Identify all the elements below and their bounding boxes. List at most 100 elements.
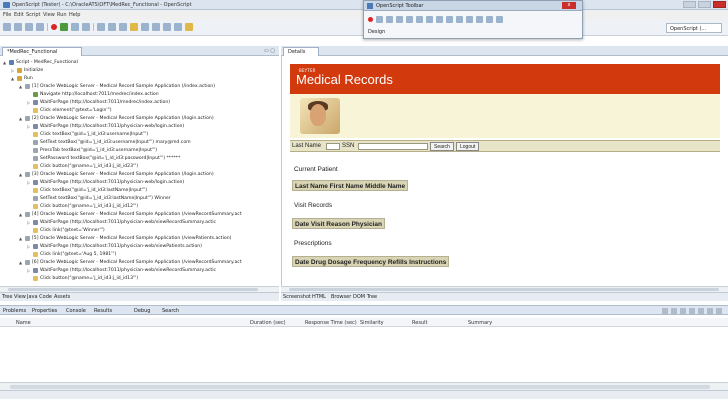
save-all-icon[interactable]	[36, 23, 44, 31]
stop-icon[interactable]	[396, 16, 403, 23]
tree-item[interactable]: ▲ Run	[11, 74, 33, 82]
tab-dom-tree[interactable]: DOM Tree	[353, 294, 377, 300]
tree-item[interactable]: Click element("@text='Login'")	[27, 106, 112, 114]
tree-item[interactable]: ▷ WaitForPage (http://localhost:7011/phys…	[27, 266, 216, 274]
collapse-icon[interactable]	[698, 308, 704, 314]
expand-toggle-icon[interactable]: ▷	[27, 244, 31, 249]
expand-toggle-icon[interactable]: ▷	[27, 100, 31, 105]
view-icon[interactable]	[466, 16, 473, 23]
tree-item[interactable]: ▷ Initialize	[11, 66, 43, 74]
minimize-button[interactable]	[683, 1, 696, 8]
tab-problems[interactable]: Problems	[3, 308, 26, 314]
tab-search[interactable]: Search	[162, 308, 179, 314]
tree-item[interactable]: Click link("@text='Aug 5, 1981'")	[27, 250, 116, 258]
table-icon[interactable]	[163, 23, 171, 31]
grid-icon[interactable]	[152, 23, 160, 31]
debug-icon[interactable]	[416, 16, 423, 23]
filter-icon[interactable]	[680, 308, 686, 314]
scrollbar-thumb[interactable]	[10, 385, 710, 389]
tab-java-code[interactable]: Java Code	[27, 294, 52, 300]
maximize-button[interactable]	[698, 1, 711, 8]
tree-item[interactable]: ▷ WaitForPage (http://localhost:7011/phys…	[27, 122, 184, 130]
tree-item[interactable]: ▷ WaitForPage (http://localhost:7011/phys…	[27, 218, 216, 226]
expand-toggle-icon[interactable]: ▷	[27, 180, 31, 185]
grid-icon[interactable]	[436, 16, 443, 23]
table-icon[interactable]	[446, 16, 453, 23]
tree-item[interactable]: Click button("@name='j_id_id3:j_id_id12'…	[27, 202, 138, 210]
tree-item[interactable]: ▲ Script - MedRec_Functional	[3, 58, 78, 66]
expand-toggle-icon[interactable]: ▲	[19, 260, 23, 265]
expand-toggle-icon[interactable]: ▲	[11, 76, 15, 81]
add-step-icon[interactable]	[426, 16, 433, 23]
tree-item[interactable]: ▲ [5] Oracle WebLogic Server - Medical Re…	[19, 234, 231, 242]
skip-icon[interactable]	[119, 23, 127, 31]
expand-toggle-icon[interactable]: ▲	[19, 84, 23, 89]
col-name[interactable]: Name	[16, 320, 31, 326]
expand-toggle-icon[interactable]: ▲	[19, 172, 23, 177]
tree-item[interactable]: ▲ [4] Oracle WebLogic Server - Medical Re…	[19, 210, 242, 218]
tab-screenshot[interactable]: Screenshot	[283, 294, 311, 300]
record-icon[interactable]	[368, 17, 373, 22]
tree-item[interactable]: ▷ WaitForPage (http://localhost:7011/phys…	[27, 178, 184, 186]
extra-icon[interactable]	[496, 16, 503, 23]
tab-medrec-functional[interactable]: *MedRec_Functional	[2, 47, 82, 56]
expand-toggle-icon[interactable]: ▲	[19, 236, 23, 241]
results-hscrollbar[interactable]	[0, 382, 728, 390]
menu-file[interactable]: File	[3, 12, 11, 18]
tree-item[interactable]: Click button("@name='j_id_id3:j_id_id23'…	[27, 162, 138, 170]
tree-item[interactable]: ▲ [2] Oracle WebLogic Server - Medical Re…	[19, 114, 214, 122]
perspective-switcher[interactable]: OpenScript (...	[666, 23, 722, 33]
new-script-icon[interactable]	[3, 23, 11, 31]
scrollbar-thumb[interactable]	[289, 288, 719, 291]
tree-item[interactable]: ▲ [1] Oracle WebLogic Server - Medical Re…	[19, 82, 215, 90]
ssn-input[interactable]	[358, 143, 428, 150]
col-result[interactable]: Result	[412, 320, 427, 326]
settings-icon[interactable]	[476, 16, 483, 23]
view-icon[interactable]	[141, 23, 149, 31]
open-icon[interactable]	[14, 23, 22, 31]
export-icon[interactable]	[671, 308, 677, 314]
pause-icon[interactable]	[386, 16, 393, 23]
scrollbar-thumb[interactable]	[8, 288, 258, 291]
search-button[interactable]: Search	[430, 142, 454, 151]
layout-icon[interactable]	[174, 23, 182, 31]
play-icon[interactable]	[60, 23, 68, 31]
tree-item[interactable]: ▲ [3] Oracle WebLogic Server - Medical Re…	[19, 170, 214, 178]
debug-icon[interactable]	[97, 23, 105, 31]
menu-run[interactable]: Run	[57, 12, 67, 18]
tree-item[interactable]: Click link("@text='Winner'")	[27, 226, 105, 234]
tab-debug[interactable]: Debug	[134, 308, 150, 314]
tree-item[interactable]: ▷ WaitForPage (http://localhost:7011/medr…	[27, 98, 170, 106]
tree-item[interactable]: Navigate http://localhost:7011/medrec/in…	[27, 90, 159, 98]
tree-item[interactable]: ▷ WaitForPage (http://localhost:7011/phys…	[27, 242, 202, 250]
menu-view[interactable]: View	[43, 12, 55, 18]
tab-tree-view[interactable]: Tree View	[2, 294, 26, 300]
logout-button[interactable]: Logout	[456, 142, 480, 151]
tree-item[interactable]: ▲ [6] Oracle WebLogic Server - Medical Re…	[19, 258, 242, 266]
expand-toggle-icon[interactable]: ▷	[11, 68, 15, 73]
tree-item[interactable]: Click textBox("@id='j_id_id3:username|In…	[27, 130, 148, 138]
play-icon[interactable]	[376, 16, 383, 23]
expand-toggle-icon[interactable]: ▲	[19, 116, 23, 121]
close-button[interactable]	[713, 1, 726, 8]
tab-results[interactable]: Results	[94, 308, 112, 314]
save-icon[interactable]	[25, 23, 33, 31]
stop-icon[interactable]	[71, 23, 79, 31]
layout-icon[interactable]	[456, 16, 463, 23]
tree-item[interactable]: SetText textBox("@id='j_id_id3:username|…	[27, 138, 191, 146]
tab-browser[interactable]: Browser	[331, 294, 351, 300]
expand-toggle-icon[interactable]: ▷	[27, 220, 31, 225]
tree-item[interactable]: Click button("@name='j_id_id3:j_id_id13'…	[27, 274, 138, 282]
help-icon[interactable]	[486, 16, 493, 23]
col-summary[interactable]: Summary	[468, 320, 492, 326]
breakpoint-icon[interactable]	[108, 23, 116, 31]
tree-item[interactable]: Click textBox("@id='j_id_id3:lastName|In…	[27, 186, 147, 194]
tab-assets[interactable]: Assets	[54, 294, 70, 300]
view-controls[interactable]: ▭ ▢	[264, 48, 275, 54]
expand-toggle-icon[interactable]: ▲	[3, 60, 7, 65]
expand-toggle-icon[interactable]: ▷	[27, 268, 31, 273]
col-duration[interactable]: Duration (sec)	[250, 320, 286, 326]
menu-script[interactable]: Script	[26, 12, 41, 18]
expand-toggle-icon[interactable]: ▲	[19, 212, 23, 217]
menu-edit[interactable]: Edit	[14, 12, 24, 18]
